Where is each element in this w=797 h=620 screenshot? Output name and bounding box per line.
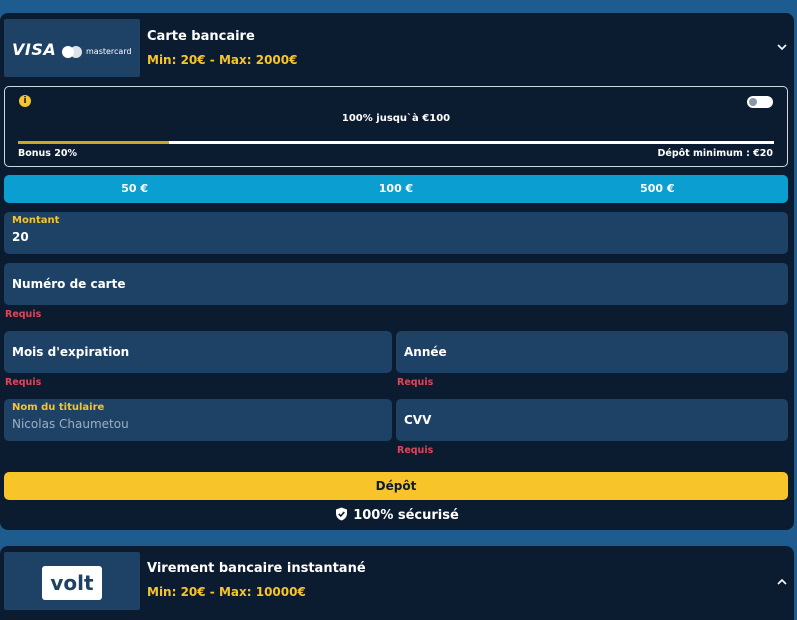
shield-check-icon [336,507,348,521]
visa-logo: VISA [12,40,57,59]
volt-logo: volt [42,566,102,600]
chevron-up-icon[interactable] [776,576,788,588]
cvv-label: CVV [404,413,432,427]
card-payment-panel: VISA mastercard Carte bancaire Min: 20€ … [0,13,794,530]
quick-amount-50-button[interactable]: 50 € [4,175,265,203]
transfer-method-title: Virement bancaire instantané [147,561,366,576]
cardholder-label: Nom du titulaire [12,402,105,413]
bank-transfer-panel: volt Virement bancaire instantané Min: 2… [0,546,794,620]
bonus-progress-bar [18,141,774,144]
cvv-field[interactable]: CVV [396,399,788,441]
exp-year-error: Requis [397,377,434,388]
transfer-method-header[interactable]: volt Virement bancaire instantané Min: 2… [0,546,794,612]
cardholder-field[interactable]: Nom du titulaire Nicolas Chaumetou [4,399,392,441]
toggle-knob [749,98,757,106]
exp-month-label: Mois d'expiration [12,345,130,359]
transfer-method-limits: Min: 20€ - Max: 10000€ [147,585,306,599]
method-limits: Min: 20€ - Max: 2000€ [147,53,298,67]
quick-amount-100-button[interactable]: 100 € [265,175,526,203]
card-method-header[interactable]: VISA mastercard Carte bancaire Min: 20€ … [0,13,794,79]
mastercard-logo-icon [62,46,84,58]
cardholder-placeholder: Nicolas Chaumetou [12,417,129,431]
cvv-error: Requis [397,445,434,456]
quick-amount-bar: 50 € 100 € 500 € [4,175,788,203]
bonus-headline: 100% jusqu`à €100 [341,113,451,124]
bonus-progress-fill [18,141,170,144]
bonus-toggle[interactable] [747,96,773,108]
method-title: Carte bancaire [147,29,255,44]
card-number-field[interactable]: Numéro de carte [4,263,788,305]
secure-notice: 100% sécurisé [0,507,794,523]
exp-month-error: Requis [5,377,42,388]
card-number-error: Requis [5,309,42,320]
exp-year-field[interactable]: Année [396,331,788,373]
amount-field[interactable]: Montant 20 [4,212,788,254]
card-logo-box: VISA mastercard [4,19,140,77]
exp-month-field[interactable]: Mois d'expiration [4,331,392,373]
exp-year-label: Année [404,345,447,359]
chevron-down-icon[interactable] [776,41,788,53]
amount-label: Montant [12,215,60,226]
mastercard-logo-text: mastercard [86,47,132,56]
amount-value: 20 [12,230,29,244]
card-number-label: Numéro de carte [12,277,126,291]
volt-logo-box: volt [4,552,140,610]
secure-text: 100% sécurisé [353,508,459,523]
minimum-deposit: Dépôt minimum : €20 [657,148,773,159]
bonus-percentage: Bonus 20% [18,148,77,159]
quick-amount-500-button[interactable]: 500 € [527,175,788,203]
bonus-panel: i 100% jusqu`à €100 Bonus 20% Dépôt mini… [4,86,788,167]
info-icon: i [19,95,31,107]
deposit-button[interactable]: Dépôt [4,472,788,500]
